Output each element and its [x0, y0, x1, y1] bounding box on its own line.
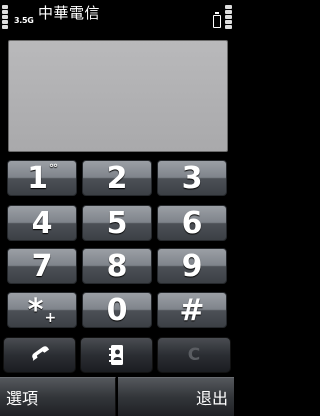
- key-star-label: *: [27, 292, 44, 328]
- clear-label: C: [187, 345, 201, 365]
- key-5-label: 5: [106, 205, 128, 241]
- key-3-label: 3: [181, 160, 203, 196]
- key-star[interactable]: * +: [7, 292, 77, 328]
- key-star-plus: +: [44, 310, 57, 326]
- status-bar: 3.5G 中華電信: [0, 0, 234, 32]
- battery-icon: [213, 12, 221, 28]
- carrier-name: 中華電信: [38, 4, 101, 22]
- softkey-options[interactable]: 選項: [0, 377, 116, 416]
- call-button[interactable]: [3, 337, 76, 373]
- key-hash[interactable]: #: [157, 292, 227, 328]
- key-6-label: 6: [181, 205, 203, 241]
- battery-level-icon: [222, 5, 232, 29]
- key-3[interactable]: 3: [157, 160, 227, 196]
- softkey-options-label: 選項: [6, 389, 39, 408]
- key-2[interactable]: 2: [82, 160, 152, 196]
- key-0-label: 0: [106, 292, 128, 328]
- key-6[interactable]: 6: [157, 205, 227, 241]
- key-1[interactable]: 1 °°: [7, 160, 77, 196]
- voicemail-icon: °°: [48, 162, 58, 174]
- phone-handset-icon: [31, 346, 49, 361]
- key-7-label: 7: [31, 248, 53, 284]
- contacts-button[interactable]: [80, 337, 153, 373]
- contacts-book-icon: [108, 345, 123, 365]
- key-0[interactable]: 0: [82, 292, 152, 328]
- key-9-label: 9: [181, 248, 203, 284]
- key-9[interactable]: 9: [157, 248, 227, 284]
- key-8-label: 8: [106, 248, 128, 284]
- key-2-label: 2: [106, 160, 128, 196]
- key-4-label: 4: [31, 205, 53, 241]
- softkey-exit[interactable]: 退出: [118, 377, 234, 416]
- key-8[interactable]: 8: [82, 248, 152, 284]
- clear-button[interactable]: C: [157, 337, 231, 373]
- key-7[interactable]: 7: [7, 248, 77, 284]
- number-display: [8, 40, 228, 152]
- key-4[interactable]: 4: [7, 205, 77, 241]
- softkey-exit-label: 退出: [195, 389, 228, 408]
- key-hash-label: #: [179, 292, 205, 328]
- signal-strength-icon: [2, 5, 10, 29]
- key-5[interactable]: 5: [82, 205, 152, 241]
- network-type: 3.5G: [14, 16, 34, 25]
- key-1-label: 1: [27, 160, 48, 196]
